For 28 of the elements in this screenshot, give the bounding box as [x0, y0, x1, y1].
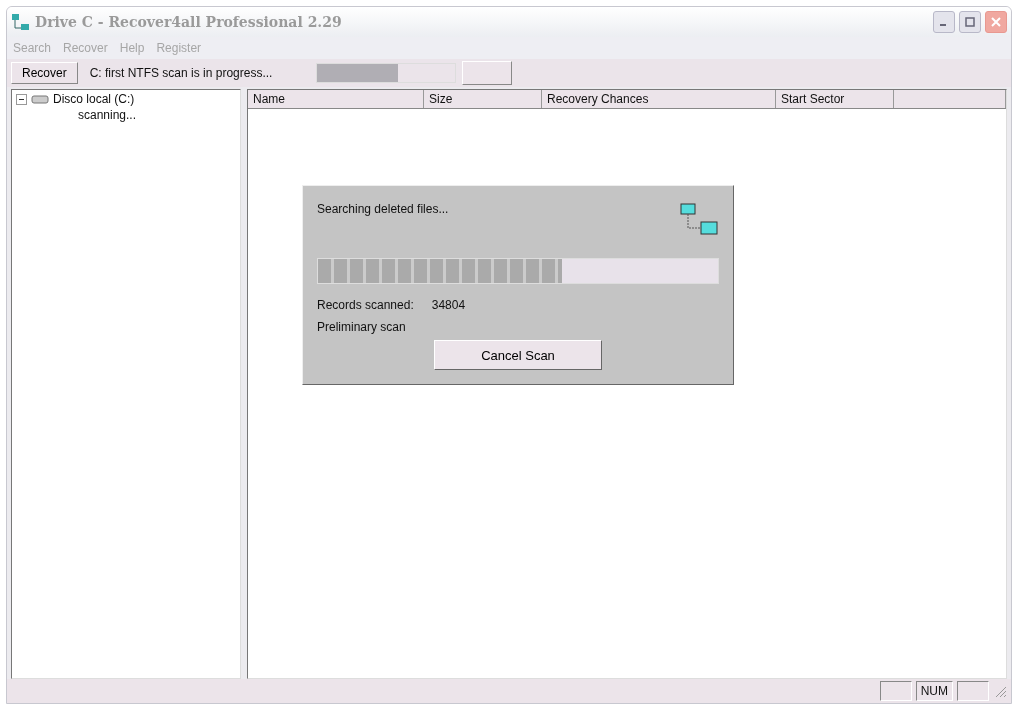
collapse-icon[interactable] [16, 93, 27, 105]
num-lock-indicator: NUM [915, 681, 953, 701]
tree-item[interactable]: scanning... [16, 108, 236, 122]
column-header[interactable]: Size [424, 90, 542, 108]
close-icon [991, 17, 1001, 27]
status-panel [957, 681, 989, 701]
column-header[interactable]: Recovery Chances [542, 90, 776, 108]
maximize-button[interactable] [959, 11, 981, 33]
window-title: Drive C - Recover4all Professional 2.29 [35, 14, 343, 30]
cancel-scan-button[interactable]: Cancel Scan [434, 340, 602, 370]
tree-item[interactable]: Disco local (C:) [53, 92, 135, 106]
scan-status: C: first NTFS scan is in progress... [88, 66, 274, 80]
close-button[interactable] [985, 11, 1007, 33]
scan-phase: Preliminary scan [317, 320, 407, 334]
maximize-icon [965, 17, 975, 27]
status-panel [879, 681, 912, 701]
records-label: Records scanned: [317, 298, 414, 312]
app-icon [11, 13, 31, 31]
drive-icon [31, 94, 49, 104]
toolbar-button[interactable] [461, 61, 512, 85]
records-count: 34804 [431, 298, 466, 312]
resize-grip-icon[interactable] [993, 684, 1007, 698]
folder-tree-icon [679, 202, 719, 236]
column-header[interactable]: Name [248, 90, 424, 108]
recover-button[interactable]: Recover [11, 62, 78, 84]
dialog-message: Searching deleted files... [317, 202, 449, 218]
minimize-button[interactable] [933, 11, 955, 33]
column-header[interactable]: Start Sector [776, 90, 894, 108]
